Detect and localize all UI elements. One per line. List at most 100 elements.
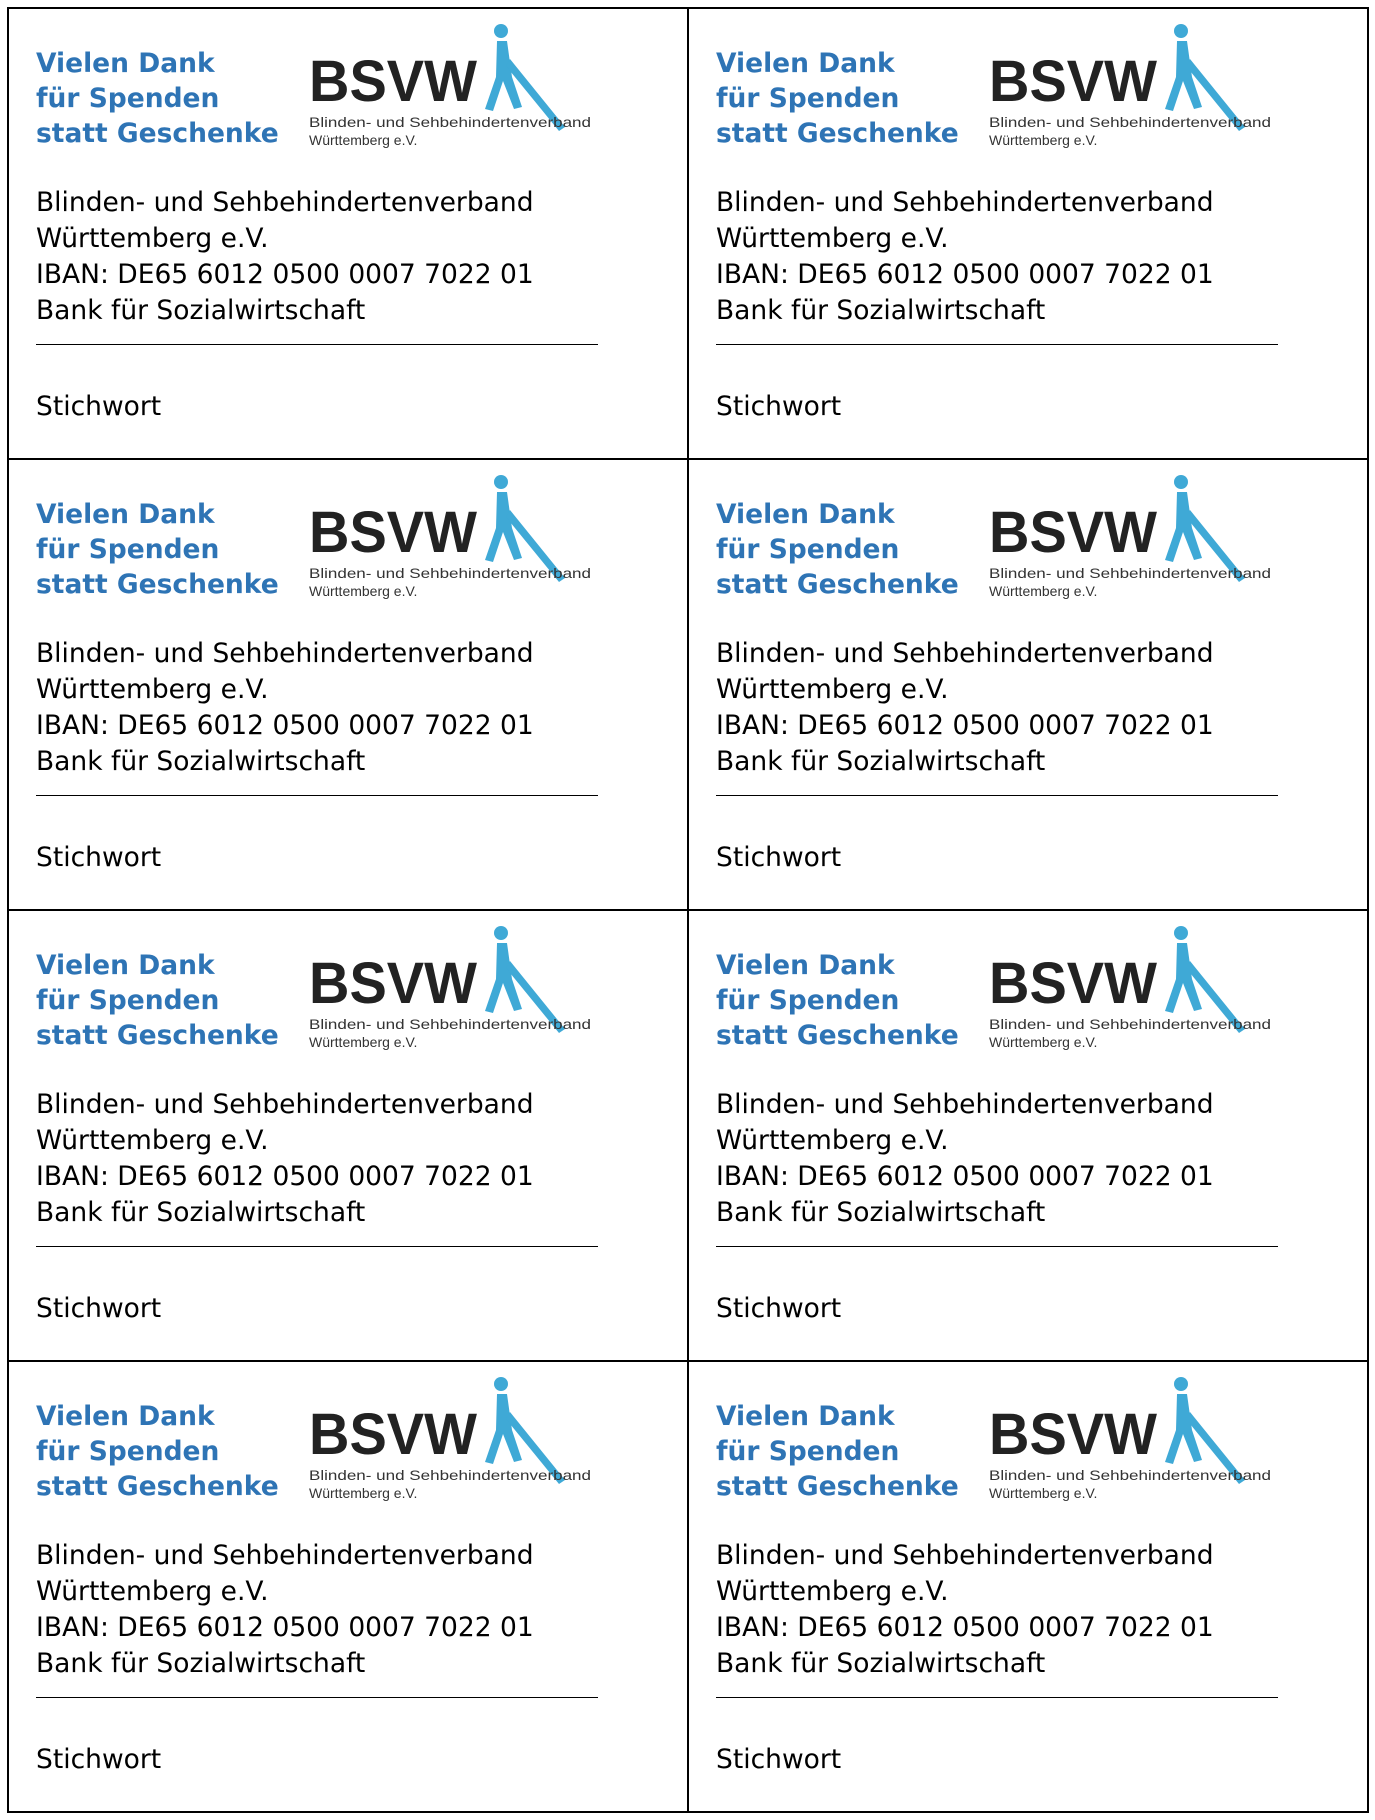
address-line: IBAN: DE65 6012 0500 0007 7022 01	[716, 710, 1214, 741]
thanks-line: Vielen Dank	[36, 48, 215, 79]
address-line: Württemberg e.V.	[716, 1125, 949, 1156]
donation-label: Vielen Dank für Spenden statt Geschenke …	[689, 460, 1369, 911]
keyword-underline	[36, 344, 598, 345]
keyword-label: Stichwort	[716, 842, 842, 873]
address-line: Württemberg e.V.	[716, 1576, 949, 1607]
thanks-line: Vielen Dank	[716, 499, 895, 530]
address-line: Württemberg e.V.	[36, 674, 269, 705]
address-line: Württemberg e.V.	[36, 1125, 269, 1156]
keyword-underline	[716, 1697, 1278, 1698]
address-line: IBAN: DE65 6012 0500 0007 7022 01	[36, 1161, 534, 1192]
address-line: Bank für Sozialwirtschaft	[36, 295, 366, 326]
thanks-line: statt Geschenke	[716, 1471, 959, 1502]
address-line: Blinden- und Sehbehindertenverband	[716, 638, 1214, 669]
thanks-line: statt Geschenke	[716, 1020, 959, 1051]
donation-label: Vielen Dank für Spenden statt Geschenke …	[689, 9, 1369, 460]
address-line: Blinden- und Sehbehindertenverband	[36, 638, 534, 669]
thanks-line: für Spenden	[36, 534, 220, 565]
logo-subline: Württemberg e.V.	[989, 583, 1097, 599]
logo-subline: Württemberg e.V.	[989, 1485, 1097, 1501]
bsvw-logo: BSVW Blinden- und Sehbehindertenverband …	[987, 1376, 1277, 1504]
logo-subline: Blinden- und Sehbehindertenverband	[309, 1467, 591, 1483]
logo-letters: BSVW	[989, 1402, 1157, 1467]
address-line: Blinden- und Sehbehindertenverband	[36, 1540, 534, 1571]
label-sheet: Vielen Dank für Spenden statt Geschenke …	[7, 7, 1369, 1813]
thanks-line: Vielen Dank	[716, 1401, 895, 1432]
logo-subline: Württemberg e.V.	[309, 583, 417, 599]
bank-details: Blinden- und Sehbehindertenverband Württ…	[36, 1087, 534, 1231]
donation-label: Vielen Dank für Spenden statt Geschenke …	[9, 1362, 689, 1813]
logo-subline: Württemberg e.V.	[309, 1485, 417, 1501]
logo-letters: BSVW	[309, 1402, 477, 1467]
thanks-line: Vielen Dank	[36, 1401, 215, 1432]
thanks-line: Vielen Dank	[36, 499, 215, 530]
address-line: IBAN: DE65 6012 0500 0007 7022 01	[716, 1161, 1214, 1192]
bank-details: Blinden- und Sehbehindertenverband Württ…	[716, 636, 1214, 780]
logo-subline: Württemberg e.V.	[989, 1034, 1097, 1050]
thanks-line: statt Geschenke	[716, 118, 959, 149]
logo-letters: BSVW	[309, 49, 477, 114]
bank-details: Blinden- und Sehbehindertenverband Württ…	[36, 1538, 534, 1682]
logo-letters: BSVW	[989, 500, 1157, 565]
keyword-label: Stichwort	[36, 1744, 162, 1775]
keyword-label: Stichwort	[716, 391, 842, 422]
bank-details: Blinden- und Sehbehindertenverband Württ…	[716, 1087, 1214, 1231]
thanks-line: Vielen Dank	[716, 950, 895, 981]
thanks-line: für Spenden	[716, 83, 900, 114]
bank-details: Blinden- und Sehbehindertenverband Württ…	[716, 185, 1214, 329]
address-line: Blinden- und Sehbehindertenverband	[716, 1540, 1214, 1571]
keyword-label: Stichwort	[36, 391, 162, 422]
thanks-line: statt Geschenke	[36, 1020, 279, 1051]
logo-subline: Blinden- und Sehbehindertenverband	[309, 1016, 591, 1032]
address-line: Bank für Sozialwirtschaft	[716, 295, 1046, 326]
thanks-heading: Vielen Dank für Spenden statt Geschenke	[36, 1399, 279, 1504]
logo-subline: Blinden- und Sehbehindertenverband	[989, 565, 1271, 581]
bsvw-logo: BSVW Blinden- und Sehbehindertenverband …	[307, 23, 597, 151]
address-line: Württemberg e.V.	[36, 1576, 269, 1607]
bank-details: Blinden- und Sehbehindertenverband Württ…	[36, 185, 534, 329]
bsvw-logo: BSVW Blinden- und Sehbehindertenverband …	[307, 474, 597, 602]
thanks-heading: Vielen Dank für Spenden statt Geschenke	[36, 46, 279, 151]
address-line: Bank für Sozialwirtschaft	[36, 1197, 366, 1228]
bsvw-logo: BSVW Blinden- und Sehbehindertenverband …	[987, 474, 1277, 602]
keyword-underline	[716, 344, 1278, 345]
address-line: IBAN: DE65 6012 0500 0007 7022 01	[36, 259, 534, 290]
thanks-line: für Spenden	[716, 985, 900, 1016]
keyword-underline	[716, 795, 1278, 796]
thanks-line: statt Geschenke	[716, 569, 959, 600]
thanks-heading: Vielen Dank für Spenden statt Geschenke	[716, 46, 959, 151]
donation-label: Vielen Dank für Spenden statt Geschenke …	[9, 9, 689, 460]
keyword-underline	[716, 1246, 1278, 1247]
logo-subline: Blinden- und Sehbehindertenverband	[989, 1467, 1271, 1483]
donation-label: Vielen Dank für Spenden statt Geschenke …	[689, 911, 1369, 1362]
thanks-line: Vielen Dank	[716, 48, 895, 79]
logo-subline: Blinden- und Sehbehindertenverband	[989, 1016, 1271, 1032]
thanks-line: statt Geschenke	[36, 569, 279, 600]
keyword-underline	[36, 1697, 598, 1698]
address-line: Blinden- und Sehbehindertenverband	[716, 1089, 1214, 1120]
address-line: IBAN: DE65 6012 0500 0007 7022 01	[36, 1612, 534, 1643]
logo-letters: BSVW	[309, 951, 477, 1016]
bsvw-logo: BSVW Blinden- und Sehbehindertenverband …	[987, 23, 1277, 151]
donation-label: Vielen Dank für Spenden statt Geschenke …	[9, 911, 689, 1362]
thanks-heading: Vielen Dank für Spenden statt Geschenke	[716, 1399, 959, 1504]
bsvw-logo: BSVW Blinden- und Sehbehindertenverband …	[987, 925, 1277, 1053]
thanks-line: für Spenden	[36, 985, 220, 1016]
bank-details: Blinden- und Sehbehindertenverband Württ…	[36, 636, 534, 780]
address-line: Bank für Sozialwirtschaft	[36, 1648, 366, 1679]
thanks-line: für Spenden	[716, 534, 900, 565]
thanks-heading: Vielen Dank für Spenden statt Geschenke	[716, 497, 959, 602]
address-line: Bank für Sozialwirtschaft	[716, 746, 1046, 777]
thanks-line: für Spenden	[36, 83, 220, 114]
keyword-underline	[36, 795, 598, 796]
logo-letters: BSVW	[309, 500, 477, 565]
bsvw-logo: BSVW Blinden- und Sehbehindertenverband …	[307, 925, 597, 1053]
keyword-label: Stichwort	[36, 842, 162, 873]
keyword-label: Stichwort	[36, 1293, 162, 1324]
logo-letters: BSVW	[989, 49, 1157, 114]
address-line: Bank für Sozialwirtschaft	[716, 1648, 1046, 1679]
address-line: Württemberg e.V.	[716, 674, 949, 705]
address-line: IBAN: DE65 6012 0500 0007 7022 01	[716, 259, 1214, 290]
logo-subline: Württemberg e.V.	[309, 132, 417, 148]
thanks-heading: Vielen Dank für Spenden statt Geschenke	[36, 497, 279, 602]
